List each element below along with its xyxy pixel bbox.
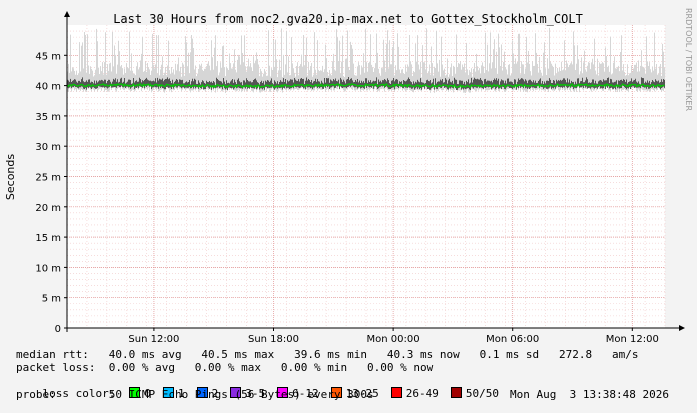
y-tick-label: 45 m <box>35 51 61 62</box>
x-tick-label: Sun 18:00 <box>248 334 299 345</box>
y-tick-label: 25 m <box>35 173 61 184</box>
y-tick-label: 0 <box>55 324 61 335</box>
y-tick-label: 35 m <box>35 112 61 123</box>
y-axis-label: Seconds <box>4 154 17 200</box>
y-tick-label: 30 m <box>35 142 61 153</box>
probe-info: probe: 50 ICMP Echo Pings (56 Bytes) eve… <box>16 388 374 401</box>
chart-title: Last 30 Hours from noc2.gva20.ip-max.net… <box>113 12 583 26</box>
x-axis-arrow <box>679 325 685 331</box>
loss-color-item: 26-49 <box>390 387 439 400</box>
x-tick-labels: Sun 12:00 Sun 18:00 Mon 00:00 Mon 06:00 Mon … <box>128 334 658 345</box>
y-tick-label: 5 m <box>42 294 61 305</box>
y-tick-label: 40 m <box>35 82 61 93</box>
loss-color-swatch-label: 50/50 <box>465 387 499 400</box>
y-axis-arrow <box>64 11 70 17</box>
y-tick-label: 15 m <box>35 233 61 244</box>
loss-color-swatch-label: 26-49 <box>405 387 439 400</box>
y-tick-labels: 0 5 m 10 m 15 m 20 m 25 m 30 m 35 m 40 m 45 m <box>35 51 61 335</box>
median-rtt-stats: median rtt: 40.0 ms avg 40.5 ms max 39.6… <box>16 348 639 361</box>
x-tick-label: Mon 12:00 <box>606 334 659 345</box>
x-tick-label: Mon 06:00 <box>486 334 539 345</box>
watermark: RRDTOOL / TOBI OETIKER <box>684 8 693 111</box>
smokeping-graph: 0 5 m 10 m 15 m 20 m 25 m 30 m 35 m 40 m 45 m Sun… <box>0 0 697 410</box>
loss-color-swatch <box>450 387 462 398</box>
packet-loss-stats: packet loss: 0.00 % avg 0.00 % max 0.00 … <box>16 361 434 374</box>
loss-color-swatch <box>390 387 402 398</box>
x-tick-label: Mon 00:00 <box>367 334 420 345</box>
latency-chart: 0 5 m 10 m 15 m 20 m 25 m 30 m 35 m 40 m 45 m Sun… <box>4 8 693 345</box>
timestamp: Mon Aug 3 13:38:48 2026 <box>510 388 669 401</box>
y-tick-label: 10 m <box>35 263 61 274</box>
x-tick-label: Sun 12:00 <box>128 334 179 345</box>
y-tick-label: 20 m <box>35 203 61 214</box>
loss-color-item: 50/50 <box>450 387 499 400</box>
